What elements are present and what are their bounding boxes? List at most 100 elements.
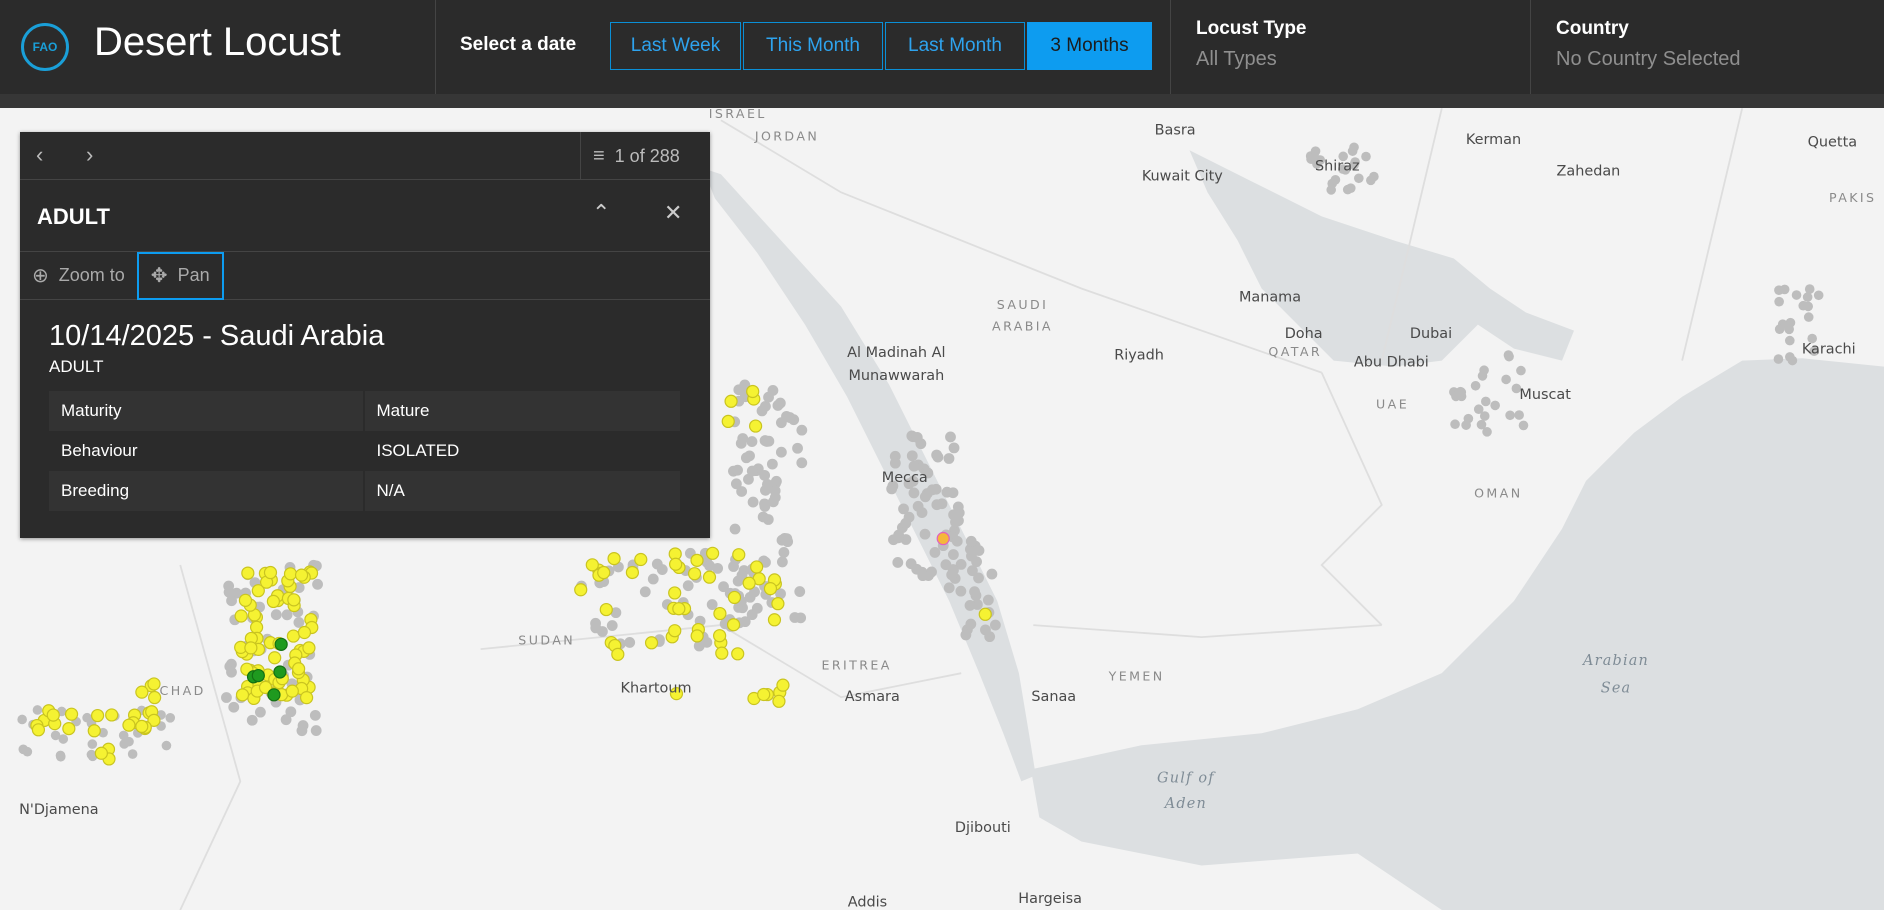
hopper-marker[interactable] — [274, 637, 288, 651]
history-marker[interactable] — [926, 484, 938, 496]
adult-marker[interactable] — [599, 602, 613, 617]
history-marker[interactable] — [1455, 386, 1466, 397]
this-month-button[interactable]: This Month — [743, 22, 883, 70]
history-marker[interactable] — [221, 692, 232, 703]
hopper-marker[interactable] — [251, 668, 265, 683]
history-marker[interactable] — [1477, 371, 1488, 381]
adult-marker[interactable] — [742, 576, 756, 590]
history-marker[interactable] — [1803, 312, 1814, 322]
adult-marker[interactable] — [297, 625, 312, 640]
history-marker[interactable] — [22, 746, 33, 757]
history-marker[interactable] — [779, 532, 791, 544]
history-marker[interactable] — [310, 725, 322, 736]
adult-marker[interactable] — [644, 636, 659, 650]
adult-marker[interactable] — [294, 568, 309, 582]
hopper-marker[interactable] — [267, 688, 281, 702]
locust-type-value[interactable]: All Types — [1196, 48, 1277, 71]
feature-list-button[interactable]: ≡ 1 of 288 — [580, 132, 710, 180]
history-marker[interactable] — [796, 457, 808, 469]
adult-marker[interactable] — [585, 558, 599, 572]
history-marker[interactable] — [746, 465, 758, 477]
history-marker[interactable] — [119, 739, 130, 749]
history-marker[interactable] — [1773, 354, 1784, 364]
history-marker[interactable] — [986, 568, 998, 580]
adult-marker[interactable] — [299, 691, 314, 705]
close-icon[interactable]: ✕ — [664, 200, 682, 226]
adult-marker[interactable] — [286, 629, 301, 643]
history-marker[interactable] — [1518, 420, 1529, 431]
history-marker[interactable] — [1774, 296, 1784, 307]
adult-marker[interactable] — [105, 708, 119, 722]
history-marker[interactable] — [165, 712, 176, 723]
history-marker[interactable] — [943, 582, 955, 594]
adult-marker[interactable] — [292, 662, 306, 676]
adult-marker[interactable] — [978, 607, 992, 621]
history-marker[interactable] — [906, 450, 918, 462]
history-marker[interactable] — [953, 515, 964, 527]
zoom-to-button[interactable]: ⊕ Zoom to — [20, 252, 137, 300]
history-marker[interactable] — [704, 560, 716, 572]
history-marker[interactable] — [916, 507, 928, 518]
history-marker[interactable] — [746, 436, 758, 447]
history-marker[interactable] — [759, 469, 771, 481]
history-marker[interactable] — [965, 535, 977, 547]
adult-marker[interactable] — [135, 719, 149, 734]
last-week-button[interactable]: Last Week — [610, 22, 741, 70]
adult-marker[interactable] — [727, 590, 742, 605]
history-marker[interactable] — [732, 575, 744, 587]
history-marker[interactable] — [796, 424, 808, 436]
adult-marker[interactable] — [672, 602, 686, 616]
history-marker[interactable] — [766, 458, 778, 470]
history-marker[interactable] — [948, 564, 959, 576]
adult-marker[interactable] — [746, 384, 760, 399]
history-marker[interactable] — [732, 464, 743, 476]
adult-marker[interactable] — [234, 609, 248, 623]
history-marker[interactable] — [1787, 355, 1798, 366]
adult-marker[interactable] — [244, 641, 258, 655]
history-marker[interactable] — [1516, 365, 1526, 376]
adult-marker[interactable] — [687, 567, 702, 581]
adult-marker[interactable] — [705, 546, 720, 560]
adult-marker[interactable] — [776, 678, 790, 692]
history-marker[interactable] — [943, 453, 955, 464]
history-marker[interactable] — [960, 629, 972, 641]
history-marker[interactable] — [161, 740, 172, 751]
history-marker[interactable] — [1330, 175, 1341, 185]
history-marker[interactable] — [911, 431, 923, 443]
history-marker[interactable] — [1774, 324, 1785, 334]
history-marker[interactable] — [1504, 351, 1514, 362]
history-marker[interactable] — [989, 619, 1001, 631]
history-marker[interactable] — [929, 547, 941, 558]
previous-feature-button[interactable]: ‹ — [36, 142, 43, 168]
history-marker[interactable] — [1473, 404, 1484, 415]
history-marker[interactable] — [763, 391, 774, 403]
adult-marker[interactable] — [731, 647, 745, 661]
history-marker[interactable] — [971, 556, 982, 568]
history-marker[interactable] — [639, 586, 651, 598]
history-marker[interactable] — [936, 498, 948, 510]
history-marker[interactable] — [908, 487, 920, 499]
adult-marker[interactable] — [249, 620, 264, 634]
history-marker[interactable] — [82, 712, 92, 723]
history-marker[interactable] — [965, 618, 977, 630]
history-marker[interactable] — [223, 580, 235, 592]
adult-marker[interactable] — [62, 721, 76, 736]
history-marker[interactable] — [761, 436, 773, 447]
history-marker[interactable] — [656, 564, 668, 575]
adult-marker[interactable] — [147, 677, 161, 691]
history-marker[interactable] — [87, 739, 98, 749]
history-marker[interactable] — [1784, 335, 1795, 346]
adult-marker[interactable] — [287, 593, 301, 607]
history-marker[interactable] — [772, 400, 784, 411]
history-marker[interactable] — [606, 620, 618, 631]
adult-marker[interactable] — [625, 565, 640, 580]
history-marker[interactable] — [226, 595, 237, 607]
adult-marker[interactable] — [241, 566, 255, 580]
adult-marker[interactable] — [668, 586, 682, 600]
history-marker[interactable] — [926, 566, 937, 578]
history-marker[interactable] — [1461, 420, 1471, 430]
history-marker[interactable] — [941, 486, 953, 498]
history-marker[interactable] — [789, 612, 801, 623]
adult-marker[interactable] — [690, 553, 704, 567]
adult-marker[interactable] — [574, 583, 588, 597]
